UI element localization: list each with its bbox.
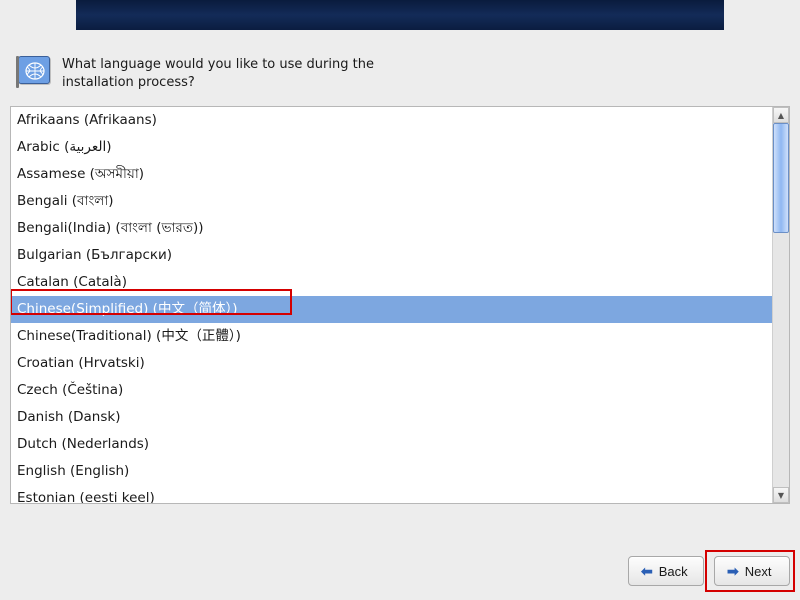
list-item[interactable]: Bengali (বাংলা): [11, 188, 772, 215]
prompt-text: What language would you like to use duri…: [62, 56, 374, 92]
list-item[interactable]: Danish (Dansk): [11, 404, 772, 431]
next-button-label: Next: [745, 564, 772, 579]
list-item[interactable]: Chinese(Simplified) (中文（简体）): [11, 296, 772, 323]
prompt-row: What language would you like to use duri…: [18, 56, 800, 92]
list-item[interactable]: Croatian (Hrvatski): [11, 350, 772, 377]
list-item[interactable]: Afrikaans (Afrikaans): [11, 107, 772, 134]
prompt-line2: installation process?: [62, 74, 374, 92]
list-item[interactable]: Catalan (Català): [11, 269, 772, 296]
button-row: ⬅ Back ➡ Next: [628, 556, 790, 586]
list-item[interactable]: Arabic (العربية): [11, 134, 772, 161]
arrow-right-icon: ➡: [727, 563, 739, 580]
scrollbar[interactable]: ▲ ▼: [772, 107, 789, 503]
arrow-left-icon: ⬅: [641, 563, 653, 580]
scroll-track[interactable]: [773, 123, 789, 487]
scroll-down-button[interactable]: ▼: [773, 487, 789, 503]
back-button-label: Back: [659, 564, 688, 579]
list-item[interactable]: Chinese(Traditional) (中文（正體）): [11, 323, 772, 350]
list-item[interactable]: Estonian (eesti keel): [11, 485, 772, 503]
list-item[interactable]: Dutch (Nederlands): [11, 431, 772, 458]
list-item[interactable]: Bulgarian (Български): [11, 242, 772, 269]
next-button[interactable]: ➡ Next: [714, 556, 790, 586]
globe-flag-icon: [18, 56, 50, 84]
header-banner: [76, 0, 724, 30]
scroll-thumb[interactable]: [773, 123, 789, 233]
language-listbox[interactable]: Afrikaans (Afrikaans)Arabic (العربية)Ass…: [10, 106, 790, 504]
scroll-up-button[interactable]: ▲: [773, 107, 789, 123]
prompt-line1: What language would you like to use duri…: [62, 56, 374, 74]
list-item[interactable]: Assamese (অসমীয়া): [11, 161, 772, 188]
back-button[interactable]: ⬅ Back: [628, 556, 704, 586]
list-item[interactable]: Czech (Čeština): [11, 377, 772, 404]
list-item[interactable]: Bengali(India) (বাংলা (ভারত)): [11, 215, 772, 242]
list-item[interactable]: English (English): [11, 458, 772, 485]
